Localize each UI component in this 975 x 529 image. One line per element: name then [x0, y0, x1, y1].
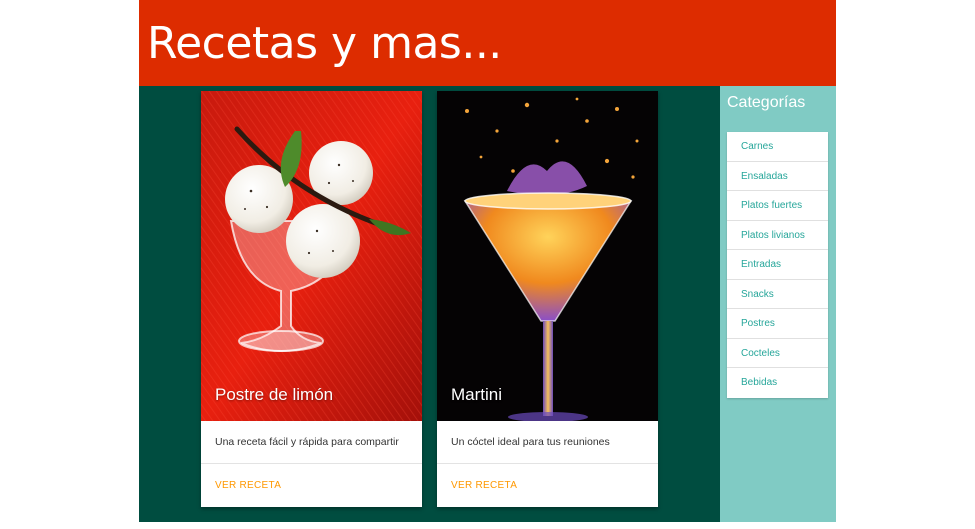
martini-cocktail-image	[437, 91, 658, 421]
category-item-cocteles[interactable]: Cocteles	[727, 339, 828, 368]
view-recipe-button[interactable]: VER RECETA	[437, 464, 658, 507]
card-image: Postre de limón	[201, 91, 422, 421]
category-item-entradas[interactable]: Entradas	[727, 250, 828, 280]
card-description: Un cóctel ideal para tus reuniones	[437, 421, 658, 464]
recipe-grid: Postre de limón Una receta fácil y rápid…	[139, 86, 720, 522]
card-title: Martini	[451, 385, 503, 404]
category-item-ensaladas[interactable]: Ensaladas	[727, 162, 828, 191]
ice-cream-dessert-image	[201, 91, 422, 421]
sidebar-title: Categorías	[727, 94, 806, 111]
category-item-carnes[interactable]: Carnes	[727, 132, 828, 162]
recipe-card: Martini Un cóctel ideal para tus reunion…	[437, 91, 658, 507]
category-item-snacks[interactable]: Snacks	[727, 280, 828, 309]
card-description: Una receta fácil y rápida para compartir	[201, 421, 422, 464]
category-item-platos-fuertes[interactable]: Platos fuertes	[727, 191, 828, 221]
category-item-postres[interactable]: Postres	[727, 309, 828, 339]
card-title: Postre de limón	[215, 385, 334, 404]
site-title: Recetas y mas...	[147, 18, 502, 69]
view-recipe-button[interactable]: VER RECETA	[201, 464, 422, 507]
category-list: Carnes Ensaladas Platos fuertes Platos l…	[727, 132, 828, 398]
category-item-bebidas[interactable]: Bebidas	[727, 368, 828, 398]
categories-sidebar: Categorías Carnes Ensaladas Platos fuert…	[720, 86, 836, 522]
site-header: Recetas y mas...	[139, 0, 836, 86]
recipe-card: Postre de limón Una receta fácil y rápid…	[201, 91, 422, 507]
category-item-platos-livianos[interactable]: Platos livianos	[727, 221, 828, 250]
card-image: Martini	[437, 91, 658, 421]
app-root: Recetas y mas... Postre de limón Una rec…	[139, 0, 836, 522]
